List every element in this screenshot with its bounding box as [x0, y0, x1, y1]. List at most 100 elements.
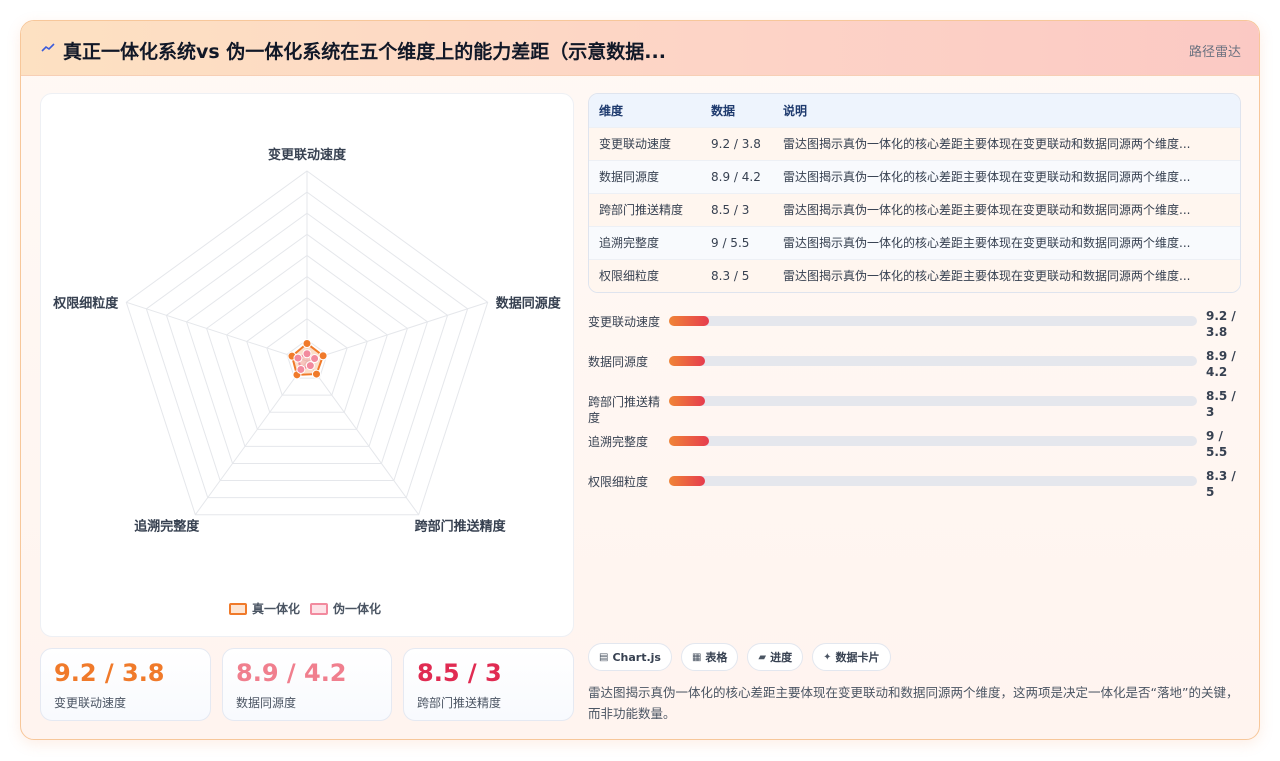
- legend-item-true[interactable]: 真一体化: [229, 600, 300, 617]
- column-header-data[interactable]: 数据: [701, 94, 773, 127]
- radar-axis-label: 权限细粒度: [52, 295, 119, 311]
- stat-label: 变更联动速度: [54, 696, 127, 710]
- progress-track: [669, 436, 1197, 446]
- progress-track: [669, 396, 1197, 406]
- cell-note: 雷达图揭示真伪一体化的核心差距主要体现在变更联动和数据同源两个维度...: [773, 159, 1240, 193]
- stat-label: 跨部门推送精度: [417, 696, 502, 710]
- radar-axis-label: 数据同源度: [496, 295, 562, 311]
- cell-note: 雷达图揭示真伪一体化的核心差距主要体现在变更联动和数据同源两个维度...: [773, 126, 1240, 160]
- table-row[interactable]: 权限细粒度 8.3 / 5 雷达图揭示真伪一体化的核心差距主要体现在变更联动和数…: [589, 258, 1240, 292]
- radar-axis-label: 变更联动速度: [268, 147, 347, 163]
- progress-label: 变更联动速度: [588, 315, 661, 329]
- radar-path-link[interactable]: 路径雷达: [1189, 41, 1241, 60]
- radar-axis-label: 追溯完整度: [134, 519, 200, 535]
- progress-track: [669, 316, 1197, 326]
- column-header-dimension[interactable]: 维度: [589, 94, 701, 127]
- legend-item-fake[interactable]: 伪一体化: [310, 600, 381, 617]
- stat-value: 9.2 / 3.8: [54, 659, 165, 687]
- progress-track: [669, 476, 1197, 486]
- stat-card-3: 8.5 / 3 跨部门推送精度: [403, 648, 574, 721]
- view-chips: ▤ Chart.js ▦ 表格 ▰ 进度 ✦ 数据卡片: [588, 643, 891, 671]
- cell-dimension: 权限细粒度: [589, 258, 701, 292]
- cell-data: 9.2 / 3.8: [701, 126, 773, 160]
- progress-label: 跨部门推送精度: [588, 395, 661, 425]
- cell-note: 雷达图揭示真伪一体化的核心差距主要体现在变更联动和数据同源两个维度...: [773, 192, 1240, 226]
- table-row[interactable]: 追溯完整度 9 / 5.5 雷达图揭示真伪一体化的核心差距主要体现在变更联动和数…: [589, 225, 1240, 259]
- cell-dimension: 变更联动速度: [589, 126, 701, 160]
- radar-point: [302, 349, 312, 359]
- cell-data: 9 / 5.5: [701, 225, 773, 259]
- chip-label: 进度: [770, 651, 793, 664]
- sparkle-icon: ✦: [823, 651, 832, 663]
- stat-value: 8.9 / 4.2: [236, 659, 347, 687]
- page-title: 真正一体化系统vs 伪一体化系统在五个维度上的能力差距（示意数据...: [63, 41, 666, 63]
- progress-value: 8.3 / 5: [1206, 469, 1236, 499]
- radar-spoke: [306, 360, 420, 516]
- stat-value: 8.5 / 3: [417, 659, 502, 687]
- chip-label: 数据卡片: [835, 651, 880, 664]
- legend-swatch-true: [229, 602, 247, 615]
- progress-value: 8.5 / 3: [1206, 389, 1236, 419]
- radar-chart-panel: 变更联动速度数据同源度跨部门推送精度 追溯完整度 权限细粒度 真一体化 伪一体化: [40, 93, 574, 637]
- progress-fill: [669, 356, 705, 366]
- chip-label: Chart.js: [612, 650, 661, 664]
- radar-point: [311, 369, 321, 379]
- progress-row: 追溯完整度 9 / 5.5: [588, 429, 1248, 471]
- radar-point: [310, 354, 320, 364]
- progress-row: 数据同源度 8.9 / 4.2: [588, 349, 1248, 391]
- summary-text: 雷达图揭示真伪一体化的核心差距主要体现在变更联动和数据同源两个维度，这两项是决定…: [588, 685, 1239, 721]
- radar-point: [293, 353, 303, 363]
- progress-row: 变更联动速度 9.2 / 3.8: [588, 309, 1248, 351]
- progress-track: [669, 356, 1197, 366]
- progress-icon: ▰: [758, 651, 767, 663]
- progress-list: 变更联动速度 9.2 / 3.8 数据同源度 8.9 / 4.2 跨部门推送精度…: [588, 309, 1248, 511]
- cell-dimension: 跨部门推送精度: [589, 192, 701, 226]
- progress-row: 跨部门推送精度 8.5 / 3: [588, 389, 1248, 431]
- cell-data: 8.5 / 3: [701, 192, 773, 226]
- stat-label: 数据同源度: [236, 696, 297, 710]
- column-header-note[interactable]: 说明: [773, 94, 1240, 127]
- card-header: 真正一体化系统vs 伪一体化系统在五个维度上的能力差距（示意数据... 路径雷达: [21, 21, 1259, 76]
- cell-data: 8.3 / 5: [701, 258, 773, 292]
- table-row[interactable]: 跨部门推送精度 8.5 / 3 雷达图揭示真伪一体化的核心差距主要体现在变更联动…: [589, 192, 1240, 226]
- table-row[interactable]: 变更联动速度 9.2 / 3.8 雷达图揭示真伪一体化的核心差距主要体现在变更联…: [589, 126, 1240, 160]
- radar-axis-label: 跨部门推送精度: [415, 519, 507, 535]
- progress-label: 数据同源度: [588, 355, 649, 369]
- radar-point: [296, 364, 306, 374]
- table-icon: ▦: [691, 651, 702, 663]
- stat-card-2: 8.9 / 4.2 数据同源度: [222, 648, 392, 721]
- legend-label-fake: 伪一体化: [333, 602, 382, 616]
- legend-swatch-fake: [310, 602, 329, 615]
- cell-data: 8.9 / 4.2: [701, 159, 773, 193]
- chip-label: 表格: [705, 651, 728, 664]
- chart-legend: 真一体化 伪一体化: [229, 600, 381, 617]
- progress-value: 9 / 5.5: [1206, 429, 1228, 459]
- progress-fill: [669, 436, 709, 446]
- radar-spoke: [194, 360, 308, 516]
- table-row[interactable]: 数据同源度 8.9 / 4.2 雷达图揭示真伪一体化的核心差距主要体现在变更联动…: [589, 159, 1240, 193]
- chip-data-card[interactable]: ✦ 数据卡片: [812, 643, 891, 671]
- progress-fill: [669, 396, 705, 406]
- progress-value: 9.2 / 3.8: [1206, 309, 1236, 339]
- chip-table[interactable]: ▦ 表格: [680, 643, 739, 671]
- progress-value: 8.9 / 4.2: [1206, 349, 1236, 379]
- cell-note: 雷达图揭示真伪一体化的核心差距主要体现在变更联动和数据同源两个维度...: [773, 225, 1240, 259]
- progress-fill: [669, 316, 709, 326]
- stat-card-1: 9.2 / 3.8 变更联动速度: [40, 648, 211, 721]
- radar-point: [302, 339, 312, 349]
- radar-point: [305, 361, 315, 371]
- chart-icon: ▤: [599, 651, 609, 663]
- data-table: 维度 数据 说明 变更联动速度 9.2 / 3.8 雷达图揭示真伪一体化的核心差…: [588, 93, 1241, 293]
- progress-fill: [669, 476, 705, 486]
- trend-line-icon: [41, 43, 55, 52]
- cell-dimension: 追溯完整度: [589, 225, 701, 259]
- progress-row: 权限细粒度 8.3 / 5: [588, 469, 1248, 511]
- chip-chartjs[interactable]: ▤ Chart.js: [588, 643, 672, 671]
- progress-label: 追溯完整度: [588, 435, 649, 449]
- cell-note: 雷达图揭示真伪一体化的核心差距主要体现在变更联动和数据同源两个维度...: [773, 258, 1240, 292]
- chip-progress[interactable]: ▰ 进度: [747, 643, 804, 671]
- legend-label-true: 真一体化: [252, 602, 301, 616]
- table-header-row: 维度 数据 说明: [589, 94, 1240, 127]
- cell-dimension: 数据同源度: [589, 159, 701, 193]
- progress-label: 权限细粒度: [588, 475, 649, 489]
